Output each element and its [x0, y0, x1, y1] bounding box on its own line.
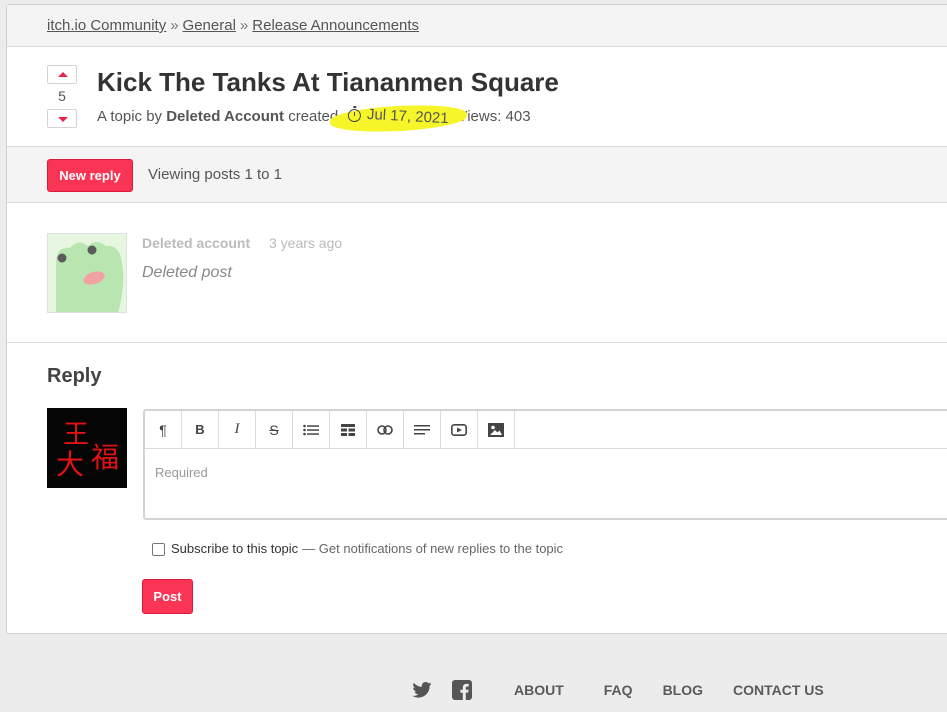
reply-editor[interactable]: ¶ B I S Required — [143, 409, 947, 520]
editor-toolbar: ¶ B I S — [145, 411, 947, 449]
avatar: 王 大 福 — [47, 408, 127, 488]
forum-card: itch.io Community» General» Release Announ… — [6, 4, 947, 634]
topic-title: Kick The Tanks At Tiananmen Square — [97, 67, 559, 97]
video-icon[interactable] — [441, 411, 478, 448]
breadcrumb-general-link[interactable]: General — [183, 17, 236, 34]
breadcrumb-community-link[interactable]: itch.io Community — [47, 17, 166, 34]
twitter-icon[interactable] — [412, 682, 432, 698]
breadcrumb-separator: » — [170, 17, 179, 34]
align-icon[interactable] — [404, 411, 441, 448]
avatar-text: 福 — [91, 441, 120, 474]
clock-icon — [347, 108, 362, 123]
italic-icon[interactable]: I — [219, 411, 256, 448]
post-timestamp[interactable]: 3 years ago — [269, 235, 342, 251]
frog-avatar-icon — [48, 234, 126, 312]
avatar[interactable] — [47, 233, 127, 313]
bold-icon[interactable]: B — [182, 411, 219, 448]
topic-date: Jul 17, 2021 — [367, 105, 450, 128]
upvote-arrow-icon — [58, 72, 68, 77]
breadcrumb: itch.io Community» General» Release Announ… — [7, 5, 947, 47]
topic-views: Views: 403 — [457, 108, 531, 125]
subscribe-option[interactable]: Subscribe to this topic — Get notificati… — [152, 541, 563, 556]
bullet-list-icon[interactable] — [293, 411, 330, 448]
vote-count: 5 — [58, 88, 66, 104]
viewing-posts-text: Viewing posts 1 to 1 — [148, 166, 282, 183]
topic-author-link[interactable]: Deleted Account — [166, 108, 284, 125]
topic-action-bar: New reply Viewing posts 1 to 1 — [7, 146, 947, 203]
link-icon[interactable] — [367, 411, 404, 448]
topic-meta-prefix: A topic by — [97, 108, 163, 125]
footer: ABOUT FAQ BLOG CONTACT US — [412, 678, 824, 702]
post-author[interactable]: Deleted account — [142, 235, 250, 251]
facebook-icon[interactable] — [452, 680, 472, 700]
paragraph-icon[interactable]: ¶ — [145, 411, 182, 448]
reply-text-area[interactable]: Required — [155, 465, 208, 480]
breadcrumb-separator: » — [239, 17, 249, 34]
footer-contact-link[interactable]: CONTACT US — [733, 682, 824, 698]
subscribe-label: Subscribe to this topic — [171, 541, 299, 556]
vote-widget: 5 — [47, 65, 77, 128]
downvote-button[interactable] — [47, 109, 77, 128]
table-icon[interactable] — [330, 411, 367, 448]
footer-blog-link[interactable]: BLOG — [663, 682, 703, 698]
subscribe-note: — Get notifications of new replies to th… — [302, 541, 564, 556]
downvote-arrow-icon — [58, 117, 68, 122]
breadcrumb-release-announcements-link[interactable]: Release Announcements — [252, 17, 419, 34]
post-button[interactable]: Post — [142, 579, 193, 614]
avatar-text: 大 — [56, 448, 85, 481]
reply-heading: Reply — [47, 365, 102, 387]
post: Deleted account 3 years ago Deleted post — [7, 203, 947, 343]
image-icon[interactable] — [478, 411, 515, 448]
footer-faq-link[interactable]: FAQ — [604, 682, 633, 698]
new-reply-button[interactable]: New reply — [47, 159, 133, 192]
topic-meta: A topic by Deleted Account created Jul 1… — [97, 102, 531, 135]
date-highlight: Jul 17, 2021 — [329, 102, 468, 135]
footer-about-link[interactable]: ABOUT — [514, 682, 564, 698]
post-body: Deleted post — [142, 264, 232, 281]
strikethrough-icon[interactable]: S — [256, 411, 293, 448]
upvote-button[interactable] — [47, 65, 77, 84]
subscribe-checkbox[interactable] — [152, 543, 165, 556]
